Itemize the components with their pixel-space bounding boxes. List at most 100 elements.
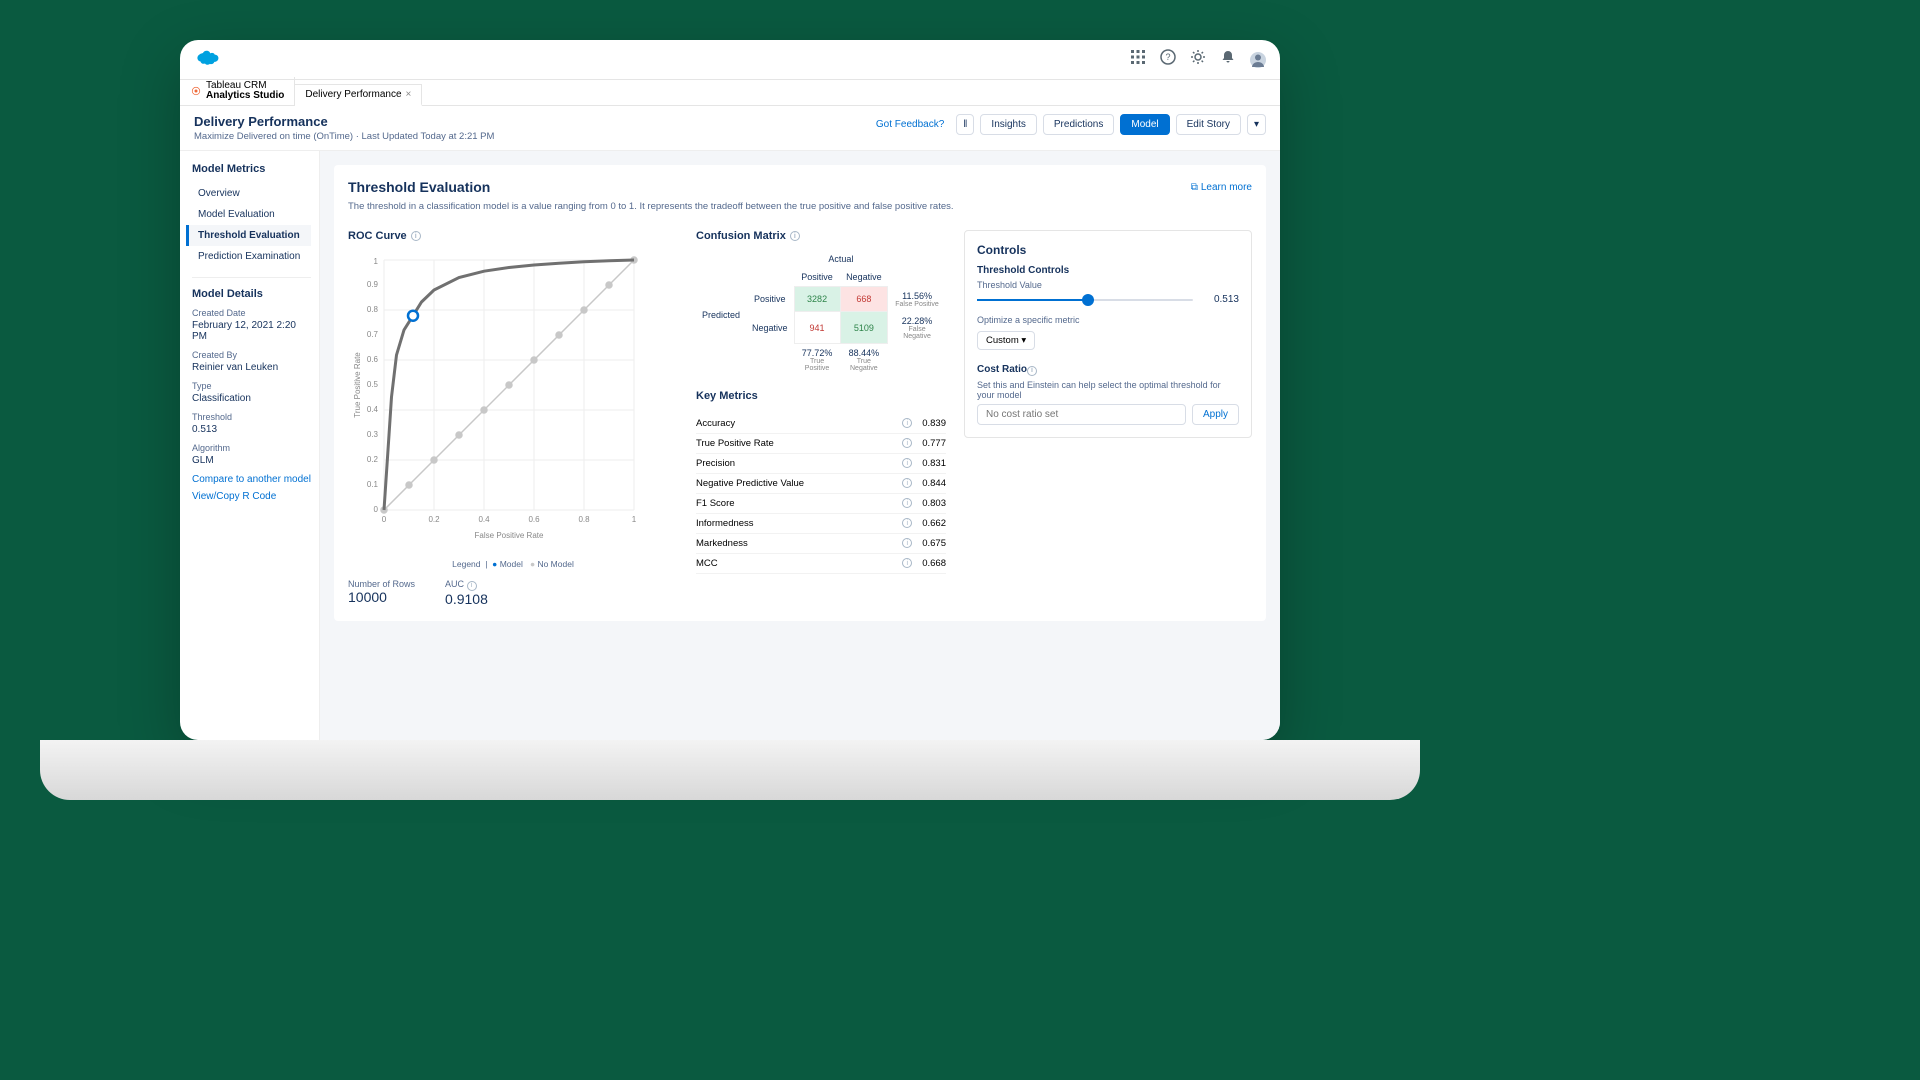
info-icon[interactable]: i <box>790 231 800 241</box>
slider-thumb[interactable] <box>1082 294 1094 306</box>
cost-ratio-input[interactable] <box>977 404 1186 425</box>
info-icon[interactable]: i <box>902 418 912 428</box>
svg-text:0.8: 0.8 <box>578 515 590 524</box>
sidebar-item-threshold-evaluation[interactable]: Threshold Evaluation <box>186 225 311 246</box>
svg-text:0.8: 0.8 <box>367 305 379 314</box>
cost-ratio-help: Set this and Einstein can help select th… <box>977 380 1239 400</box>
cm-fn-shown: 668 <box>840 287 888 312</box>
bell-icon[interactable] <box>1220 49 1236 70</box>
num-rows-value: 10000 <box>348 589 415 605</box>
info-icon[interactable]: i <box>902 478 912 488</box>
key-metric-row: F1 Scorei0.803 <box>696 494 946 514</box>
compare-model-link[interactable]: Compare to another model <box>192 474 311 485</box>
pause-button[interactable]: ‖ <box>956 114 974 135</box>
key-metric-row: Negative Predictive Valuei0.844 <box>696 474 946 494</box>
model-details-heading: Model Details <box>192 288 311 300</box>
svg-text:1: 1 <box>632 515 637 524</box>
view-r-code-link[interactable]: View/Copy R Code <box>192 491 311 502</box>
cost-ratio-label: Cost Ratio <box>977 364 1027 375</box>
cm-fp-shown: 941 <box>794 312 840 344</box>
threshold-controls-label: Threshold Controls <box>977 265 1239 276</box>
svg-text:0.1: 0.1 <box>367 480 379 489</box>
controls-heading: Controls <box>977 243 1239 257</box>
insights-button[interactable]: Insights <box>980 114 1036 135</box>
app-name-line2: Analytics Studio <box>206 91 284 101</box>
sidebar-item-model-evaluation[interactable]: Model Evaluation <box>192 204 311 225</box>
page-title: Delivery Performance <box>194 114 494 129</box>
sidebar-item-prediction-examination[interactable]: Prediction Examination <box>192 246 311 267</box>
info-icon[interactable]: i <box>411 231 421 241</box>
key-metric-row: Informednessi0.662 <box>696 514 946 534</box>
svg-text:0.7: 0.7 <box>367 330 379 339</box>
apply-button[interactable]: Apply <box>1192 404 1239 425</box>
key-metrics-title: Key Metrics <box>696 390 946 402</box>
svg-text:0.9: 0.9 <box>367 280 379 289</box>
roc-title: ROC Curve <box>348 230 407 242</box>
info-icon[interactable]: i <box>902 538 912 548</box>
info-icon[interactable]: i <box>902 558 912 568</box>
svg-text:False Positive Rate: False Positive Rate <box>475 531 544 540</box>
sidebar-heading: Model Metrics <box>192 163 311 175</box>
svg-text:0.4: 0.4 <box>367 405 379 414</box>
info-icon[interactable]: i <box>902 458 912 468</box>
avatar[interactable] <box>1250 52 1266 68</box>
cm-tp: 3282 <box>794 287 840 312</box>
svg-text:0: 0 <box>382 515 387 524</box>
created-by-label: Created By <box>192 350 311 360</box>
info-icon[interactable]: i <box>902 438 912 448</box>
chevron-down-icon: ▾ <box>1021 335 1026 346</box>
algorithm-value: GLM <box>192 455 311 466</box>
key-metric-row: Markednessi0.675 <box>696 534 946 554</box>
page-subtitle: Maximize Delivered on time (OnTime) · La… <box>194 131 494 142</box>
key-metric-row: Accuracyi0.839 <box>696 414 946 434</box>
external-link-icon: ⧉ <box>1191 182 1198 193</box>
svg-text:?: ? <box>1165 52 1170 62</box>
help-icon[interactable]: ? <box>1160 49 1176 70</box>
svg-text:1: 1 <box>374 257 379 266</box>
optimize-metric-select[interactable]: Custom ▾ <box>977 331 1035 350</box>
confusion-title: Confusion Matrix <box>696 230 786 242</box>
tab-delivery-performance[interactable]: Delivery Performance × <box>295 84 422 106</box>
created-date-value: February 12, 2021 2:20 PM <box>192 320 311 342</box>
svg-text:0.2: 0.2 <box>428 515 440 524</box>
auc-value: 0.9108 <box>445 591 488 607</box>
created-by-value: Reinier van Leuken <box>192 362 311 373</box>
cm-tn: 5109 <box>840 312 888 344</box>
info-icon[interactable]: i <box>467 581 477 591</box>
svg-text:0: 0 <box>374 505 379 514</box>
app-launcher-tab[interactable]: Tableau CRM Analytics Studio <box>180 77 295 105</box>
info-icon[interactable]: i <box>902 518 912 528</box>
svg-text:0.3: 0.3 <box>367 430 379 439</box>
section-title: Threshold Evaluation <box>348 179 490 195</box>
key-metric-row: MCCi0.668 <box>696 554 946 574</box>
roc-legend: Legend | ● Model ● No Model <box>348 559 678 569</box>
key-metric-row: True Positive Ratei0.777 <box>696 434 946 454</box>
info-icon[interactable]: i <box>1027 366 1037 376</box>
roc-chart: 00.10.20.30.40.50.60.70.80.91 00.20.40.6… <box>348 250 648 550</box>
gear-icon[interactable] <box>1190 49 1206 70</box>
svg-text:0.5: 0.5 <box>367 380 379 389</box>
threshold-slider[interactable] <box>977 299 1193 301</box>
salesforce-logo-icon <box>194 48 220 71</box>
threshold-value: 0.513 <box>192 424 311 435</box>
confusion-matrix: Actual PositiveNegative Predicted Positi… <box>696 250 946 376</box>
learn-more-link[interactable]: ⧉ Learn more <box>1191 182 1252 193</box>
type-label: Type <box>192 381 311 391</box>
created-date-label: Created Date <box>192 308 311 318</box>
key-metric-row: Precisioni0.831 <box>696 454 946 474</box>
apps-icon[interactable] <box>1130 49 1146 70</box>
got-feedback-link[interactable]: Got Feedback? <box>870 115 950 134</box>
predictions-button[interactable]: Predictions <box>1043 114 1114 135</box>
model-button[interactable]: Model <box>1120 114 1169 135</box>
svg-text:0.6: 0.6 <box>528 515 540 524</box>
info-icon[interactable]: i <box>902 498 912 508</box>
algorithm-label: Algorithm <box>192 443 311 453</box>
type-value: Classification <box>192 393 311 404</box>
edit-story-button[interactable]: Edit Story <box>1176 114 1241 135</box>
chevron-down-icon[interactable]: ▾ <box>1247 114 1266 135</box>
threshold-label: Threshold <box>192 412 311 422</box>
close-icon[interactable]: × <box>406 89 412 100</box>
threshold-slider-value: 0.513 <box>1199 294 1239 305</box>
sidebar-item-overview[interactable]: Overview <box>192 183 311 204</box>
svg-text:0.2: 0.2 <box>367 455 379 464</box>
